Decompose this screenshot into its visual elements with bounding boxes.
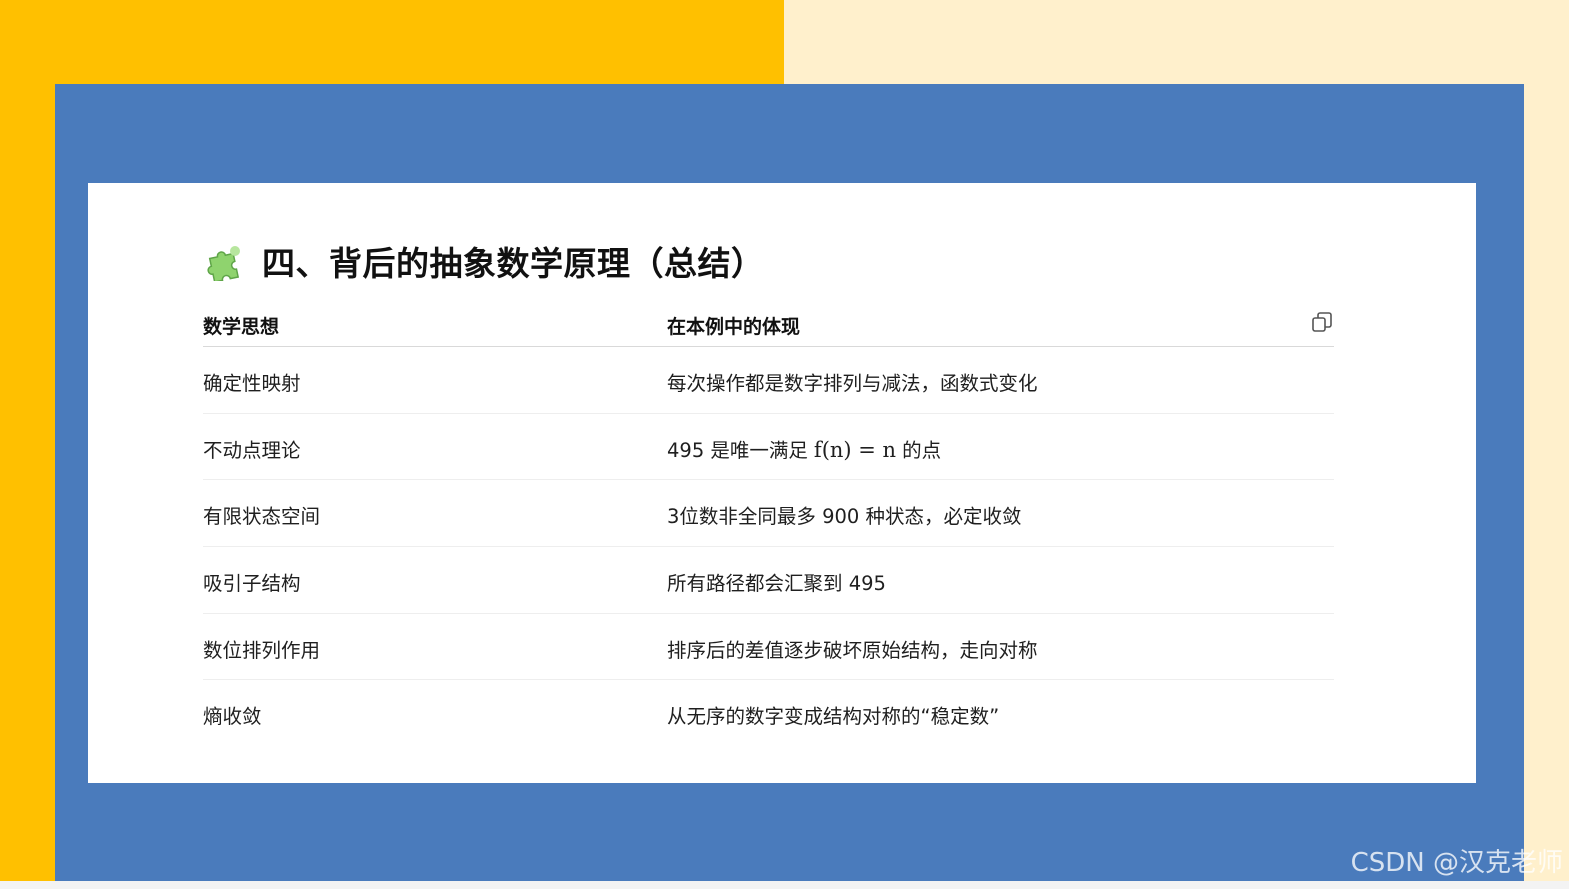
row-manifestation: 495 是唯一满足 f(n) = n 的点: [667, 434, 941, 463]
section-heading: 四、背后的抽象数学原理（总结）: [207, 238, 765, 284]
row-concept: 数位排列作用: [203, 638, 321, 662]
table-row: 数位排列作用 排序后的差值逐步破坏原始结构，走向对称: [203, 614, 1334, 681]
row-manifestation: 3位数非全同最多 900 种状态，必定收敛: [667, 505, 1022, 529]
math-formula: f(n) = n: [813, 437, 897, 462]
row-concept: 不动点理论: [203, 438, 301, 462]
table-row: 有限状态空间 3位数非全同最多 900 种状态，必定收敛: [203, 480, 1334, 548]
watermark: CSDN @汉克老师: [1350, 848, 1563, 878]
page-title: 四、背后的抽象数学原理（总结）: [262, 244, 765, 283]
column-header-concept: 数学思想: [203, 316, 280, 338]
row-concept: 熵收敛: [203, 705, 262, 729]
row-concept: 吸引子结构: [203, 572, 301, 596]
column-header-manifestation: 在本例中的体现: [667, 316, 801, 338]
bottom-strip: [0, 881, 1569, 889]
row-concept: 有限状态空间: [203, 505, 321, 529]
row-manifestation: 所有路径都会汇聚到 495: [667, 572, 886, 596]
row-manifestation: 从无序的数字变成结构对称的“稳定数”: [667, 705, 1000, 729]
row-concept: 确定性映射: [203, 372, 301, 395]
table-header: 数学思想 在本例中的体现: [203, 300, 1334, 347]
table-row: 确定性映射 每次操作都是数字排列与减法，函数式变化: [203, 347, 1334, 414]
copy-icon[interactable]: [1310, 310, 1334, 334]
manifestation-suffix: 的点: [902, 438, 942, 462]
table-row: 熵收敛 从无序的数字变成结构对称的“稳定数”: [203, 680, 1334, 746]
puzzle-piece-icon: [207, 241, 247, 283]
table-row: 吸引子结构 所有路径都会汇聚到 495: [203, 547, 1334, 614]
principles-table: 数学思想 在本例中的体现 确定性映射 每次操作都是数字排列与减法，函数式变化 不…: [203, 300, 1334, 746]
row-manifestation: 每次操作都是数字排列与减法，函数式变化: [667, 372, 1038, 395]
row-manifestation: 排序后的差值逐步破坏原始结构，走向对称: [667, 638, 1038, 662]
manifestation-prefix: 495 是唯一满足: [667, 438, 808, 462]
table-row: 不动点理论 495 是唯一满足 f(n) = n 的点: [203, 414, 1334, 481]
